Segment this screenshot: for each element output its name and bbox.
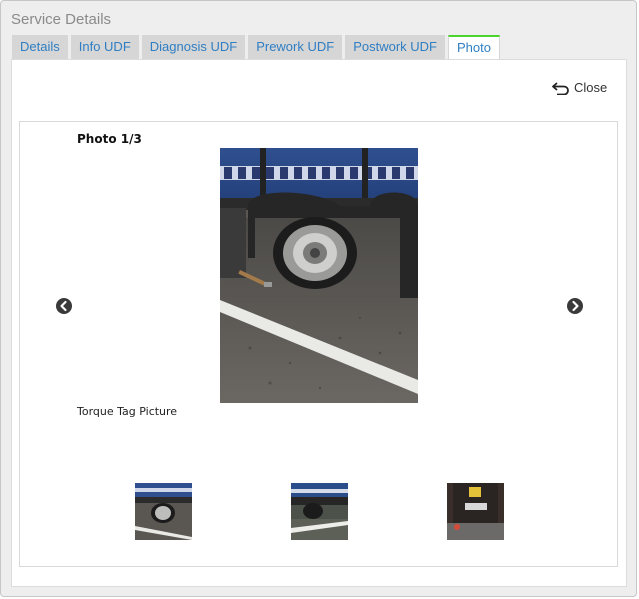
close-button[interactable]: Close bbox=[552, 80, 607, 95]
tab-info-udf[interactable]: Info UDF bbox=[70, 35, 139, 59]
dialog-title: Service Details bbox=[11, 11, 112, 28]
tab-prework-udf[interactable]: Prework UDF bbox=[248, 35, 343, 59]
thumbnail-photo-3[interactable] bbox=[447, 483, 504, 540]
thumbnail-photo-2[interactable] bbox=[291, 483, 348, 540]
tab-details[interactable]: Details bbox=[12, 35, 68, 59]
photo-counter: Photo 1/3 bbox=[77, 132, 142, 146]
photo-viewer: Photo 1/3 Torque Tag Picture bbox=[19, 121, 618, 567]
undo-arrow-icon bbox=[552, 81, 570, 95]
chevron-right-circle-icon[interactable] bbox=[567, 298, 583, 314]
main-photo[interactable] bbox=[220, 148, 418, 403]
tab-diagnosis-udf[interactable]: Diagnosis UDF bbox=[141, 35, 246, 59]
service-details-dialog: Service Details Details Info UDF Diagnos… bbox=[0, 0, 637, 597]
tab-photo[interactable]: Photo bbox=[448, 35, 500, 60]
chevron-left-circle-icon[interactable] bbox=[56, 298, 72, 314]
photo-caption: Torque Tag Picture bbox=[77, 405, 178, 418]
close-label: Close bbox=[574, 80, 608, 95]
thumbnail-photo-1[interactable] bbox=[135, 483, 192, 540]
tab-bar: Details Info UDF Diagnosis UDF Prework U… bbox=[12, 35, 500, 60]
tab-postwork-udf[interactable]: Postwork UDF bbox=[345, 35, 445, 59]
tab-content: Close Photo 1/3 Torque Tag Picture bbox=[11, 59, 627, 587]
